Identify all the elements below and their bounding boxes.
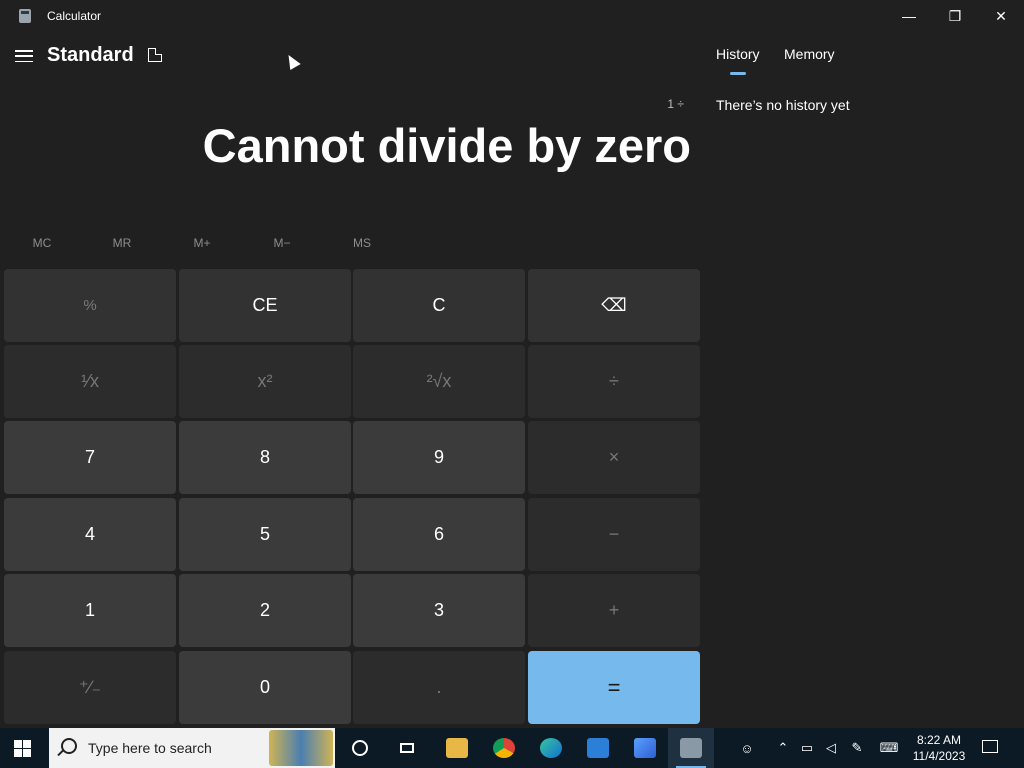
keyboard-icon[interactable]: ⌨ (876, 728, 902, 768)
memory-recall-button[interactable]: MR (82, 228, 162, 258)
digit-6-button[interactable]: 6 (353, 498, 525, 571)
calculator-app-icon (19, 9, 31, 23)
keypad: % CE C ⌫ ¹⁄x x² ²√x ÷ 7 8 9 × 4 5 6 − 1 … (4, 269, 700, 724)
add-button[interactable]: + (528, 574, 700, 647)
title-bar: Calculator — ❐ ✕ (0, 0, 1024, 32)
divide-button[interactable]: ÷ (528, 345, 700, 418)
clock-time: 8:22 AM (916, 733, 962, 747)
memory-subtract-button[interactable]: M− (242, 228, 322, 258)
digit-7-button[interactable]: 7 (4, 421, 176, 494)
multiply-button[interactable]: × (528, 421, 700, 494)
equals-button[interactable]: = (528, 651, 700, 724)
digit-9-button[interactable]: 9 (353, 421, 525, 494)
network-icon[interactable]: ▭ (796, 728, 818, 768)
expression-line: 1 ÷ (667, 97, 684, 111)
tab-memory[interactable]: Memory (784, 46, 835, 62)
people-icon[interactable]: ☺ (736, 728, 758, 768)
backspace-icon[interactable]: ⌫ (528, 269, 700, 342)
minimize-button[interactable]: — (886, 0, 932, 32)
memory-add-button[interactable]: M+ (162, 228, 242, 258)
maximize-button[interactable]: ❐ (932, 0, 978, 32)
search-highlight-image (269, 730, 333, 766)
subtract-button[interactable]: − (528, 498, 700, 571)
windows-start-icon[interactable] (14, 740, 31, 757)
close-button[interactable]: ✕ (978, 0, 1024, 32)
digit-1-button[interactable]: 1 (4, 574, 176, 647)
negate-button[interactable]: ⁺∕₋ (4, 651, 176, 724)
square-button[interactable]: x² (179, 345, 351, 418)
task-view-icon[interactable] (384, 728, 430, 768)
memory-clear-button[interactable]: MC (2, 228, 82, 258)
tab-history[interactable]: History (716, 46, 760, 62)
digit-5-button[interactable]: 5 (179, 498, 351, 571)
reciprocal-button[interactable]: ¹⁄x (4, 345, 176, 418)
clear-entry-button[interactable]: CE (179, 269, 351, 342)
active-tab-indicator (730, 72, 746, 75)
paint-icon[interactable] (622, 728, 668, 768)
history-empty-message: There’s no history yet (716, 97, 850, 113)
file-explorer-icon[interactable] (434, 728, 480, 768)
chevron-up-icon[interactable]: ⌃ (774, 728, 792, 768)
clock-date: 11/4/2023 (912, 749, 966, 763)
clear-button[interactable]: C (353, 269, 525, 342)
chrome-icon[interactable] (481, 728, 527, 768)
taskbar: Type here to search ☺ ⌃ ▭ ◁ ✎ ⌨ 8:22 AM … (0, 728, 1024, 768)
calculator-taskbar-icon[interactable] (668, 728, 714, 768)
taskbar-clock[interactable]: 8:22 AM 11/4/2023 (904, 732, 974, 764)
mouse-cursor-icon (283, 51, 301, 71)
notifications-icon[interactable] (982, 740, 998, 753)
search-icon (61, 738, 77, 754)
store-icon[interactable] (575, 728, 621, 768)
volume-muted-icon[interactable]: ◁ (820, 728, 842, 768)
taskbar-search-box[interactable]: Type here to search (49, 728, 335, 768)
decimal-button[interactable]: . (353, 651, 525, 724)
memory-row: MC MR M+ M− MS (2, 228, 402, 258)
digit-0-button[interactable]: 0 (179, 651, 351, 724)
percent-button[interactable]: % (4, 269, 176, 342)
memory-store-button[interactable]: MS (322, 228, 402, 258)
digit-8-button[interactable]: 8 (179, 421, 351, 494)
digit-3-button[interactable]: 3 (353, 574, 525, 647)
square-root-button[interactable]: ²√x (353, 345, 525, 418)
mode-title: Standard (47, 44, 134, 66)
digit-2-button[interactable]: 2 (179, 574, 351, 647)
cortana-icon[interactable] (337, 728, 383, 768)
digit-4-button[interactable]: 4 (4, 498, 176, 571)
edge-icon[interactable] (528, 728, 574, 768)
result-display: Cannot divide by zero (202, 119, 691, 172)
keep-on-top-icon[interactable] (148, 48, 162, 62)
window-title: Calculator (47, 9, 102, 23)
hamburger-menu-icon[interactable] (15, 48, 33, 64)
search-placeholder: Type here to search (88, 740, 212, 756)
pen-icon[interactable]: ✎ (846, 728, 868, 768)
